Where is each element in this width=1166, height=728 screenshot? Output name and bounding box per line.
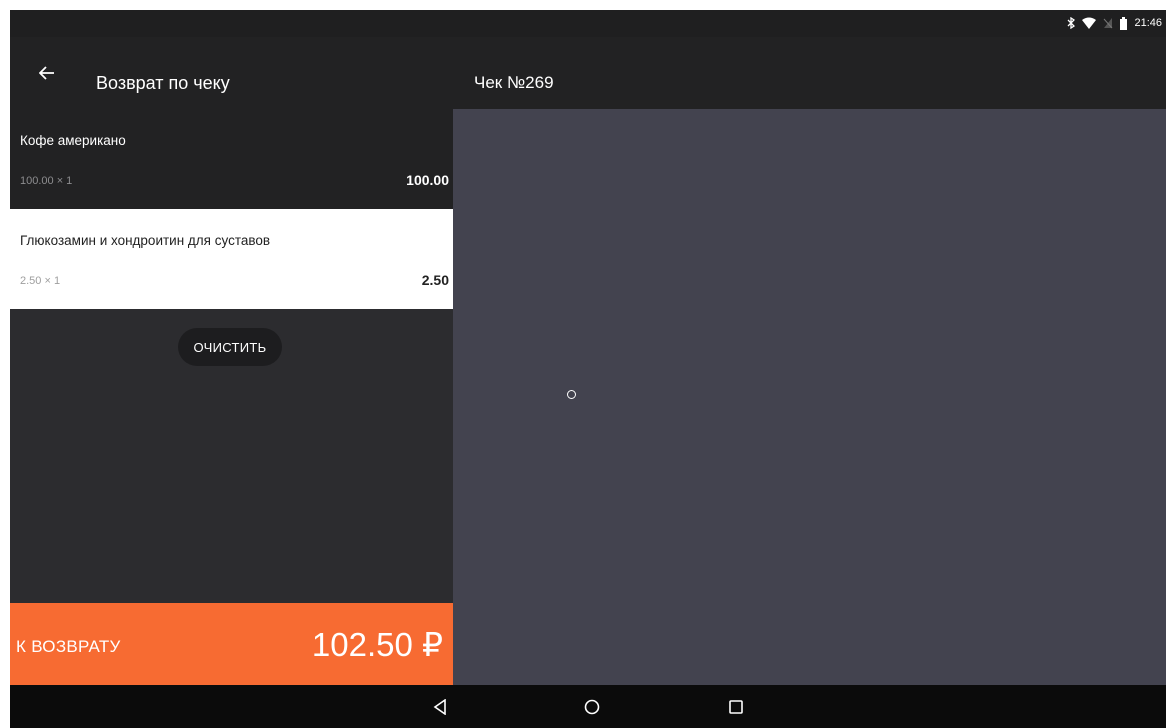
list-item[interactable]: Кофе американо 100.00 × 1 100.00 [10,109,453,209]
item-name: Кофе американо [20,133,126,148]
wifi-icon [1082,17,1097,29]
arrow-left-icon [39,66,54,80]
battery-icon [1120,16,1128,30]
back-triangle-icon [433,699,446,715]
loading-indicator-icon [567,390,576,399]
status-bar: 21:46 [10,10,1166,37]
list-item[interactable]: Глюкозамин и хондроитин для суставов 2.5… [10,209,453,309]
total-value: 102.50 ₽ [311,626,443,663]
receipt-title: Чек №269 [474,73,554,92]
app-bar: Возврат по чеку Чек №269 [10,37,1166,109]
back-button[interactable] [30,57,64,89]
nav-back-button[interactable] [425,692,455,722]
item-sum: 2.50 [421,272,449,288]
nav-recents-button[interactable] [721,692,751,722]
item-qty: 100.00 × 1 [20,175,73,187]
receipt-panel [453,109,1166,685]
item-name: Глюкозамин и хондроитин для суставов [20,233,271,248]
nav-home-button[interactable] [577,692,607,722]
clear-button[interactable]: ОЧИСТИТЬ [178,328,282,366]
clock: 21:46 [1134,17,1162,29]
return-panel: Кофе американо 100.00 × 1 100.00 Глюкоза… [10,109,453,695]
bluetooth-icon [1068,17,1076,29]
item-sum: 100.00 [406,172,449,188]
navigation-bar [10,685,1166,728]
screen: 21:46 Возврат по чеку Чек №269 Кофе амер… [10,10,1166,728]
total-label: К ВОЗВРАТУ [16,637,121,656]
item-qty: 2.50 × 1 [20,275,61,287]
recents-square-icon [729,700,743,714]
page-title: Возврат по чеку [96,73,230,93]
home-circle-icon [584,699,600,715]
no-sim-icon [1104,18,1113,29]
status-icons: 21:46 [1067,16,1162,30]
return-total-button[interactable]: К ВОЗВРАТУ 102.50 ₽ [10,603,453,685]
